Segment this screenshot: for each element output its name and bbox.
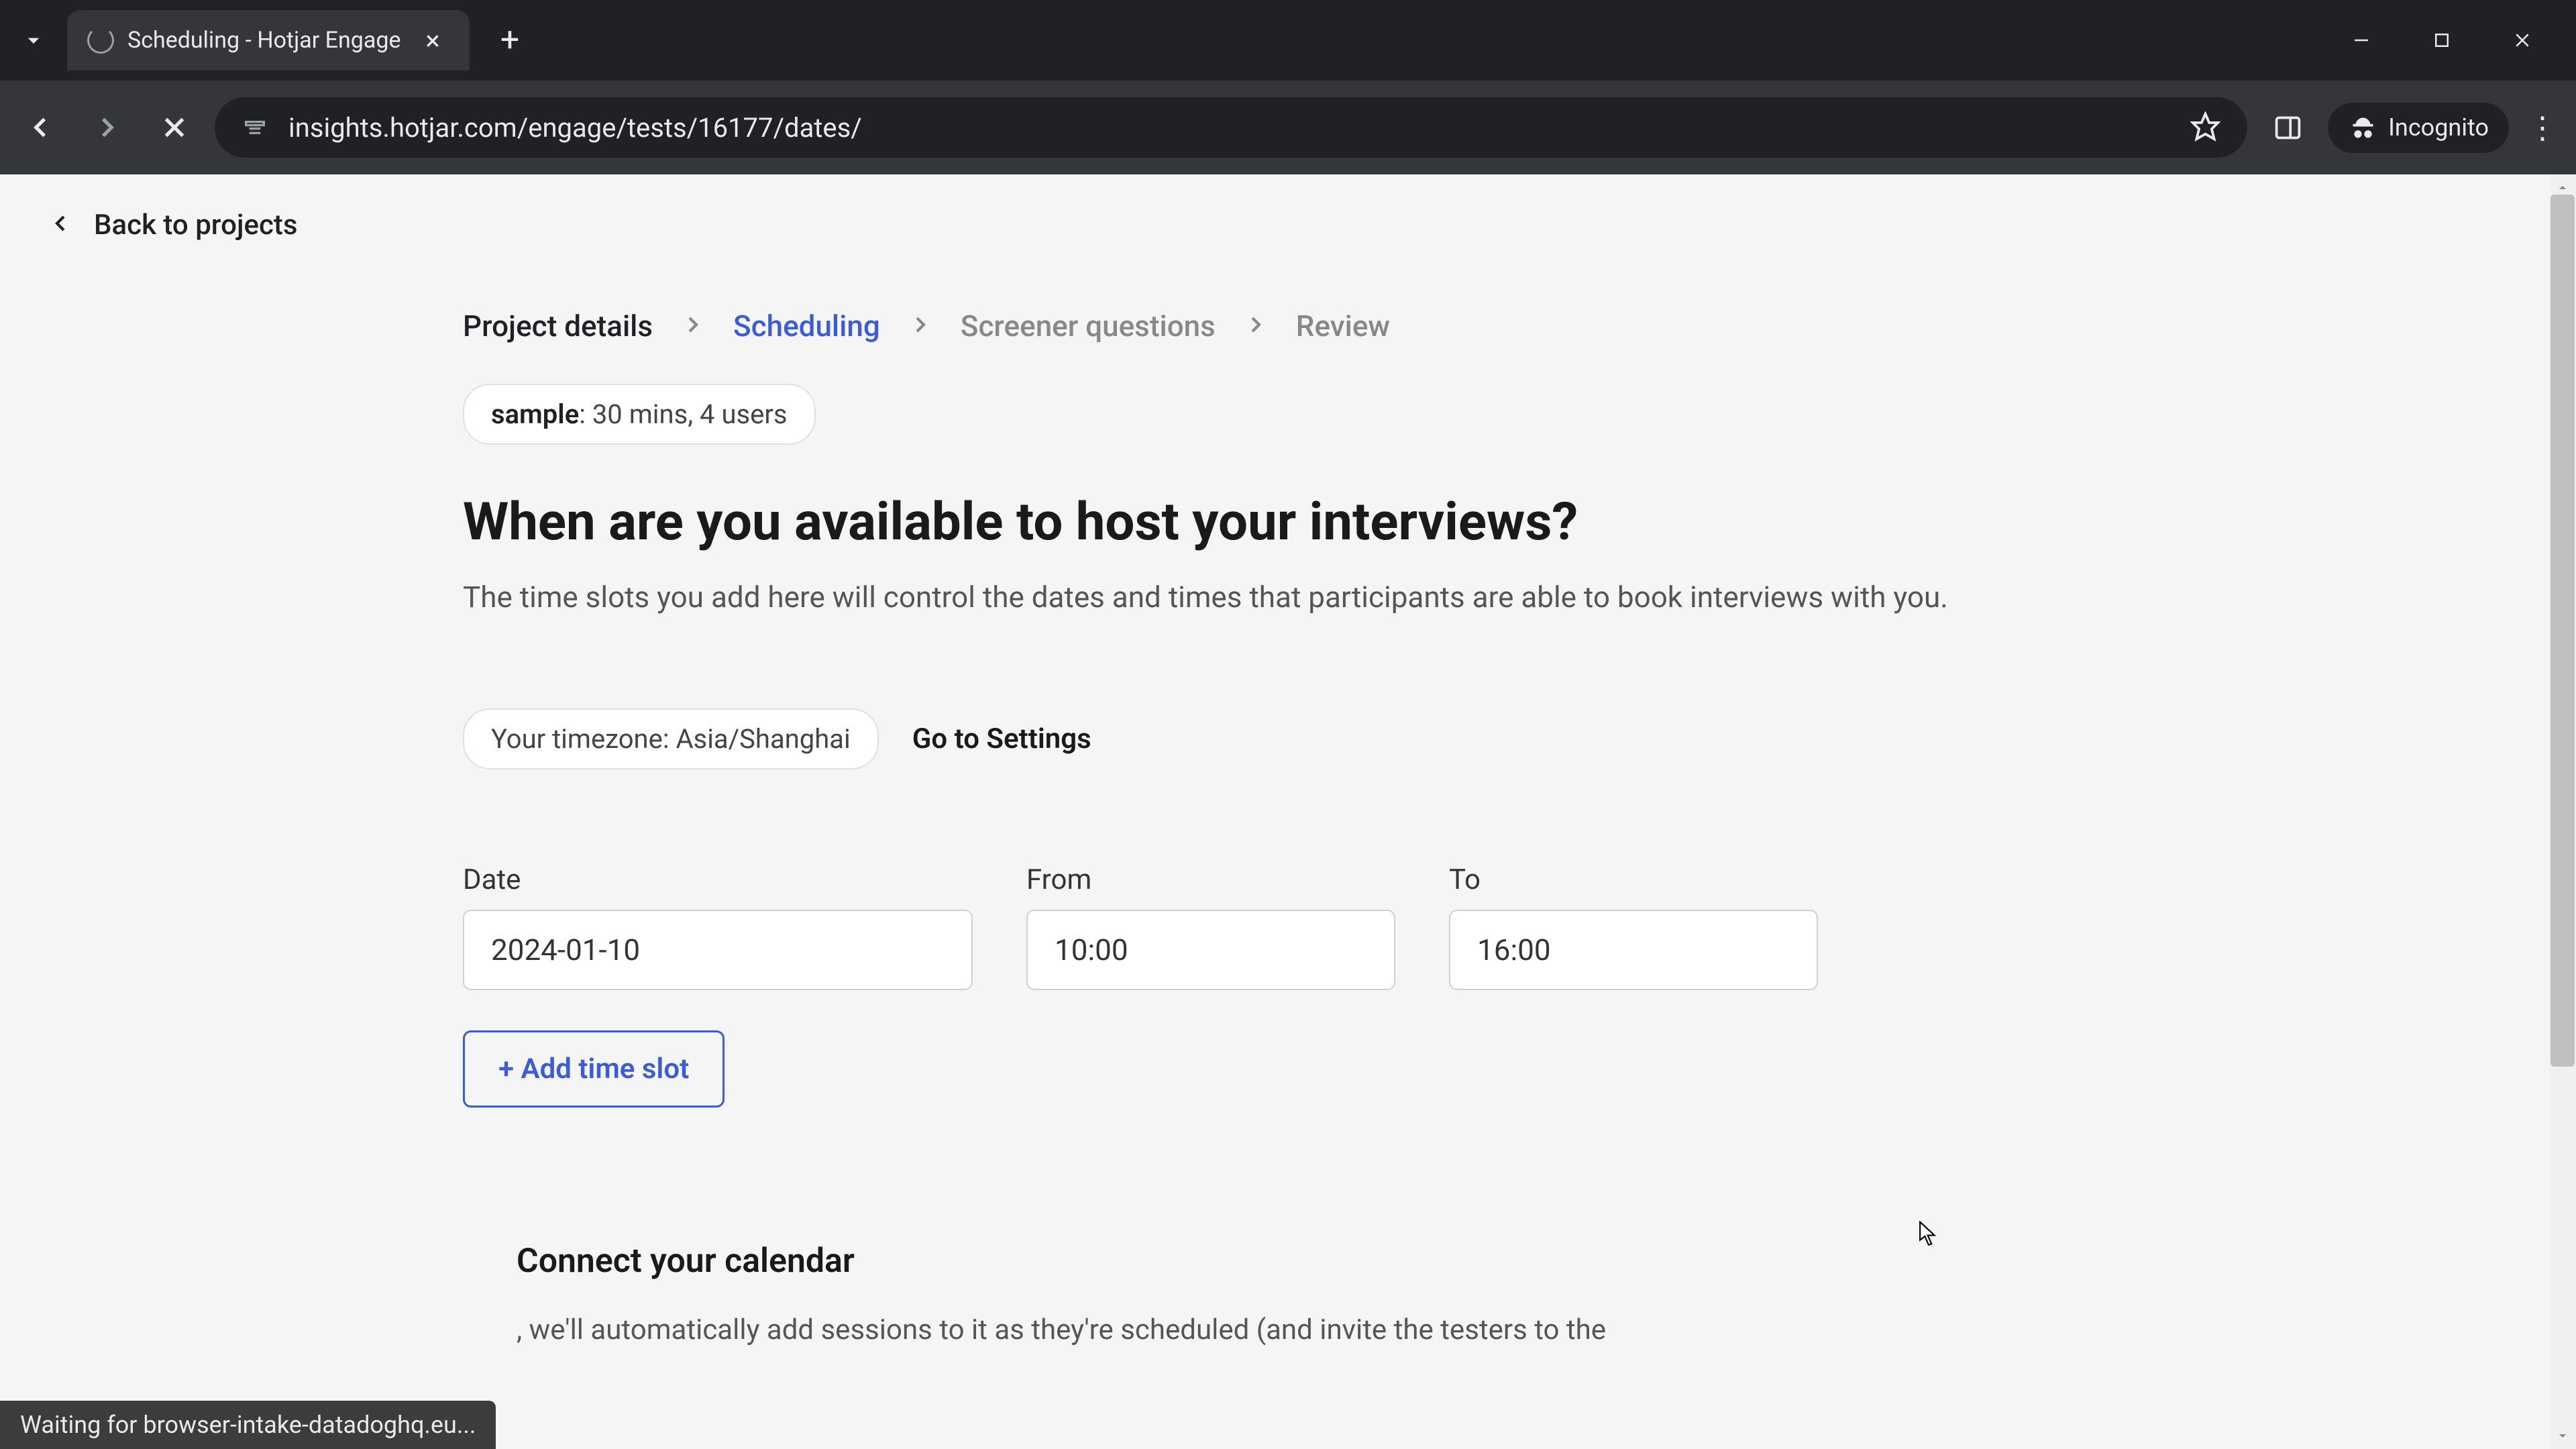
back-button[interactable] — [13, 101, 67, 154]
scroll-down-arrow-icon[interactable] — [2549, 1422, 2576, 1449]
url-text: insights.hotjar.com/engage/tests/16177/d… — [288, 112, 2170, 144]
step-project-details[interactable]: Project details — [463, 309, 653, 343]
calendar-heading: Connect your calendar — [517, 1242, 2059, 1281]
sample-detail: : 30 mins, 4 users — [579, 398, 787, 430]
to-field-column: To 16:00 — [1449, 863, 1818, 990]
to-input[interactable]: 16:00 — [1449, 910, 1818, 990]
minimize-icon[interactable] — [2328, 13, 2395, 67]
back-to-projects-link[interactable]: Back to projects — [0, 174, 2576, 275]
maximize-icon[interactable] — [2408, 13, 2475, 67]
page-title: When are you available to host your inte… — [463, 492, 2113, 553]
sample-badge: sample: 30 mins, 4 users — [463, 384, 816, 445]
page-subtext: The time slots you add here will control… — [463, 580, 2113, 614]
loading-spinner-icon — [87, 27, 114, 54]
incognito-badge[interactable]: Incognito — [2328, 103, 2509, 153]
forward-button[interactable] — [80, 101, 134, 154]
back-label: Back to projects — [94, 209, 298, 241]
stop-reload-icon[interactable] — [148, 101, 201, 154]
page-viewport: Back to projects Project details Schedul… — [0, 174, 2576, 1449]
browser-tab-active[interactable]: Scheduling - Hotjar Engage × — [67, 10, 470, 70]
add-time-slot-button[interactable]: + Add time slot — [463, 1030, 724, 1108]
timeslot-group: Date 2024-01-10 From 10:00 To 16:00 + Ad… — [463, 863, 2113, 1108]
timezone-badge: Your timezone: Asia/Shanghai — [463, 708, 879, 769]
date-input[interactable]: 2024-01-10 — [463, 910, 973, 990]
from-input[interactable]: 10:00 — [1026, 910, 1395, 990]
from-label: From — [1026, 863, 1395, 896]
timeslot-row: Date 2024-01-10 From 10:00 To 16:00 — [463, 863, 2113, 990]
sample-prefix: sample — [491, 398, 579, 430]
site-info-icon[interactable] — [241, 114, 268, 141]
browser-menu-icon[interactable]: ⋮ — [2522, 110, 2563, 146]
calendar-text: , we'll automatically add sessions to it… — [517, 1307, 2059, 1352]
scrollbar-track[interactable] — [2549, 174, 2576, 1449]
chevron-left-icon — [47, 210, 74, 239]
window-controls — [2328, 13, 2576, 67]
new-tab-button[interactable]: + — [490, 21, 530, 60]
address-bar[interactable]: insights.hotjar.com/engage/tests/16177/d… — [215, 97, 2247, 158]
step-scheduling[interactable]: Scheduling — [733, 309, 880, 343]
tab-title: Scheduling - Hotjar Engage — [127, 27, 402, 54]
chevron-right-icon — [1242, 311, 1269, 341]
close-tab-icon[interactable]: × — [416, 25, 449, 56]
bookmark-star-icon[interactable] — [2190, 111, 2220, 144]
date-field-column: Date 2024-01-10 — [463, 863, 973, 990]
tab-search-dropdown[interactable] — [13, 20, 54, 60]
chevron-right-icon — [680, 311, 706, 341]
date-label: Date — [463, 863, 973, 896]
browser-toolbar: insights.hotjar.com/engage/tests/16177/d… — [0, 80, 2576, 174]
go-to-settings-link[interactable]: Go to Settings — [912, 722, 1091, 755]
timezone-row: Your timezone: Asia/Shanghai Go to Setti… — [463, 695, 2113, 783]
browser-titlebar: Scheduling - Hotjar Engage × + — [0, 0, 2576, 80]
close-window-icon[interactable] — [2489, 13, 2556, 67]
step-screener-questions[interactable]: Screener questions — [961, 309, 1216, 343]
scrollbar-thumb[interactable] — [2551, 195, 2575, 1067]
step-review[interactable]: Review — [1296, 309, 1390, 343]
incognito-label: Incognito — [2388, 113, 2489, 142]
side-panel-icon[interactable] — [2261, 101, 2314, 154]
from-field-column: From 10:00 — [1026, 863, 1395, 990]
chevron-right-icon — [907, 311, 934, 341]
wizard-steps: Project details Scheduling Screener ques… — [463, 309, 2113, 343]
status-bar: Waiting for browser-intake-datadoghq.eu.… — [0, 1401, 496, 1449]
to-label: To — [1449, 863, 1818, 896]
calendar-section: Connect your calendar , we'll automatica… — [463, 1242, 2113, 1352]
content-container: Project details Scheduling Screener ques… — [463, 275, 2113, 1386]
